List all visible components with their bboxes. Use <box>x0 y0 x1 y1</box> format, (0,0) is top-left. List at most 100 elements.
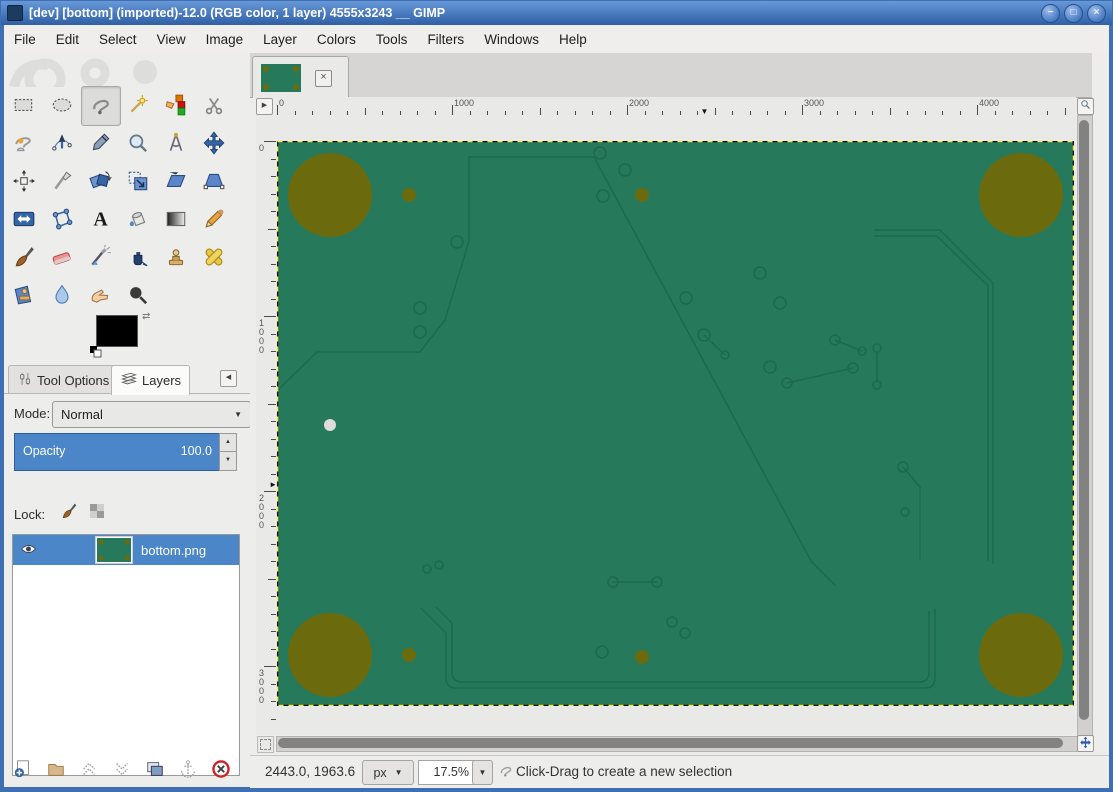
menu-colors[interactable]: Colors <box>307 28 366 51</box>
tool-ink[interactable] <box>119 238 157 276</box>
ruler-menu-button[interactable]: ▶ <box>256 98 273 115</box>
tool-bucket-fill[interactable] <box>119 200 157 238</box>
delete-layer-button[interactable] <box>208 756 234 782</box>
menu-layer[interactable]: Layer <box>253 28 307 51</box>
lock-alpha-icon[interactable] <box>90 504 104 523</box>
zoom-level-input[interactable]: 17.5% <box>418 760 475 785</box>
vertical-ruler[interactable]: 0 1 0 0 0 2 0 0 0 3 0 0 0 ► <box>256 115 277 735</box>
vertical-scrollbar-thumb[interactable] <box>1079 120 1089 720</box>
tool-dodge-burn[interactable] <box>119 276 157 314</box>
new-group-button[interactable] <box>43 756 69 782</box>
tool-rotate[interactable] <box>81 162 119 200</box>
spin-up-button[interactable]: ▲ <box>220 434 236 451</box>
ruler-tick <box>264 666 276 667</box>
foreground-color-swatch[interactable] <box>96 315 138 347</box>
swap-colors-icon[interactable]: ⇄ <box>142 311 150 322</box>
tool-pencil[interactable] <box>195 200 233 238</box>
lower-layer-button[interactable] <box>109 756 135 782</box>
gimp-window: [dev] [bottom] (imported)-12.0 (RGB colo… <box>0 0 1113 792</box>
tool-gradient[interactable] <box>157 200 195 238</box>
tool-perspective[interactable] <box>195 162 233 200</box>
menu-image[interactable]: Image <box>196 28 254 51</box>
new-layer-button[interactable] <box>10 756 36 782</box>
tool-select-by-color[interactable] <box>157 86 195 124</box>
layer-row[interactable]: bottom.png <box>13 535 239 565</box>
spin-down-button[interactable]: ▼ <box>220 451 236 469</box>
tool-flip[interactable] <box>5 200 43 238</box>
title-bar[interactable]: [dev] [bottom] (imported)-12.0 (RGB colo… <box>1 1 1112 25</box>
tool-heal[interactable] <box>195 238 233 276</box>
anchor-layer-button[interactable] <box>175 756 201 782</box>
menu-help[interactable]: Help <box>549 28 597 51</box>
tool-paintbrush[interactable] <box>5 238 43 276</box>
menu-file[interactable]: File <box>4 28 46 51</box>
ruler-tick <box>264 141 276 142</box>
tab-tool-options[interactable]: Tool Options <box>8 365 119 394</box>
tool-paths[interactable] <box>43 124 81 162</box>
tool-move[interactable] <box>195 124 233 162</box>
tool-eraser[interactable] <box>43 238 81 276</box>
lock-pixels-icon[interactable] <box>60 502 78 525</box>
tool-foreground-select[interactable] <box>5 124 43 162</box>
menu-view[interactable]: View <box>147 28 196 51</box>
tool-grid: A <box>5 86 233 314</box>
tool-scale[interactable] <box>119 162 157 200</box>
tool-text[interactable]: A <box>81 200 119 238</box>
duplicate-layer-button[interactable] <box>142 756 168 782</box>
ruler-tick <box>364 108 366 115</box>
raise-layer-button[interactable] <box>76 756 102 782</box>
menu-select[interactable]: Select <box>89 28 147 51</box>
horizontal-ruler[interactable]: 0 1000 2000 3000 4000 ▼ <box>276 97 1076 116</box>
tool-smudge[interactable] <box>81 276 119 314</box>
opacity-value: 100.0 <box>180 444 212 458</box>
tool-blur-sharpen[interactable] <box>43 276 81 314</box>
image-tab[interactable]: × <box>252 56 349 98</box>
tool-zoom[interactable] <box>119 124 157 162</box>
free-select-status-icon <box>498 763 514 782</box>
tab-close-icon[interactable]: × <box>315 70 332 87</box>
layer-mode-dropdown[interactable]: Normal ▼ <box>52 401 251 428</box>
tool-alignment[interactable] <box>5 162 43 200</box>
maximize-button[interactable]: □ <box>1064 3 1083 23</box>
tool-crop[interactable] <box>43 162 81 200</box>
opacity-slider[interactable]: Opacity 100.0 <box>14 433 221 471</box>
tool-fuzzy-select[interactable] <box>119 86 157 124</box>
quick-mask-toggle[interactable] <box>257 736 274 753</box>
eye-icon[interactable] <box>13 542 43 559</box>
ruler-tick <box>539 108 541 115</box>
horizontal-scrollbar[interactable] <box>276 736 1078 752</box>
tool-cage-transform[interactable] <box>43 200 81 238</box>
image-viewport[interactable] <box>276 115 1076 735</box>
tab-layers[interactable]: Layers <box>111 365 191 395</box>
unit-dropdown[interactable]: px ▼ <box>362 760 414 785</box>
zoom-fit-toggle-button[interactable] <box>1077 98 1094 115</box>
tool-intelligent-scissors[interactable] <box>195 86 233 124</box>
layers-icon <box>120 370 138 391</box>
menu-windows[interactable]: Windows <box>474 28 549 51</box>
tool-rectangle-select[interactable] <box>5 86 43 124</box>
tool-clone[interactable] <box>157 238 195 276</box>
minimize-button[interactable]: − <box>1041 3 1060 23</box>
tool-color-picker[interactable] <box>81 124 119 162</box>
ruler-tick <box>268 403 276 405</box>
reset-colors-icon[interactable] <box>90 345 102 363</box>
tool-airbrush[interactable] <box>81 238 119 276</box>
menu-tools[interactable]: Tools <box>366 28 418 51</box>
menu-edit[interactable]: Edit <box>46 28 89 51</box>
chevron-down-icon: ▼ <box>394 768 403 777</box>
navigation-button[interactable] <box>1077 735 1094 752</box>
tool-measure[interactable] <box>157 124 195 162</box>
vertical-scrollbar[interactable] <box>1077 115 1093 737</box>
tool-ellipse-select[interactable] <box>43 86 81 124</box>
menu-filters[interactable]: Filters <box>417 28 474 51</box>
unit-value: px <box>373 765 387 780</box>
horizontal-scrollbar-thumb[interactable] <box>278 738 1063 748</box>
tool-perspective-clone[interactable] <box>5 276 43 314</box>
tool-shear[interactable] <box>157 162 195 200</box>
close-button[interactable]: × <box>1087 3 1106 23</box>
zoom-dropdown-button[interactable]: ▼ <box>472 760 493 785</box>
tool-free-select[interactable] <box>81 86 121 126</box>
panel-collapse-button[interactable]: ◀ <box>220 370 237 387</box>
pcb-canvas[interactable] <box>276 140 1075 707</box>
ruler-tick <box>889 108 891 115</box>
